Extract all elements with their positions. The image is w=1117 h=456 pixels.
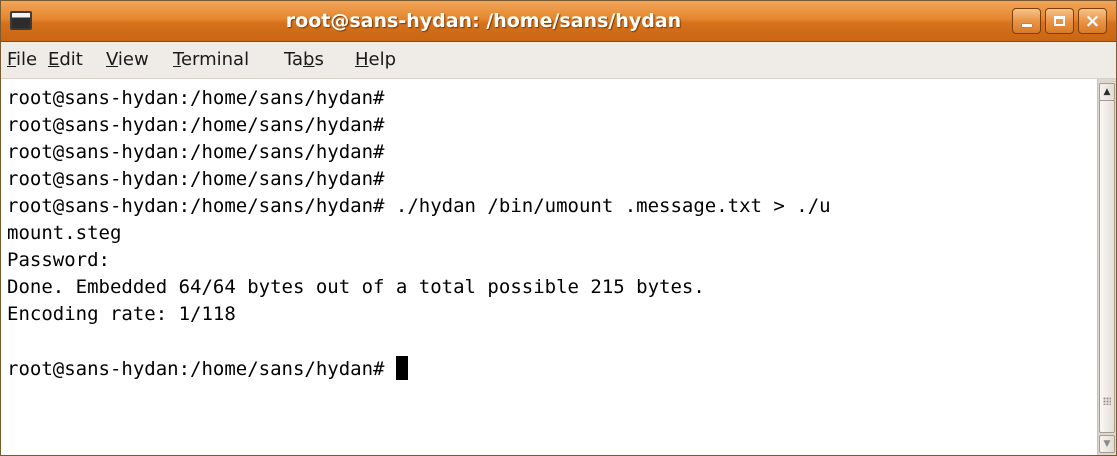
menu-file[interactable]: File [7,42,37,78]
scroll-up-button[interactable]: ▲ [1099,83,1115,101]
minimize-icon [1022,24,1032,27]
terminal-line: mount.steg [7,222,122,244]
terminal-line: root@sans-hydan:/home/sans/hydan# [7,114,385,136]
maximize-button[interactable] [1045,8,1074,34]
terminal-line: root@sans-hydan:/home/sans/hydan# [7,168,385,190]
close-button[interactable]: × [1078,8,1107,34]
arrow-up-icon: ▲ [1103,87,1111,97]
arrow-down-icon: ▼ [1103,439,1111,449]
terminal-line: Encoding rate: 1/118 [7,303,236,325]
terminal-line: root@sans-hydan:/home/sans/hydan# [7,87,385,109]
terminal-line: root@sans-hydan:/home/sans/hydan# ./hyda… [7,195,831,217]
grip-icon [1103,397,1111,405]
minimize-button[interactable] [1012,8,1041,34]
terminal-prompt-line: root@sans-hydan:/home/sans/hydan# [7,356,408,383]
terminal-line: root@sans-hydan:/home/sans/hydan# [7,141,385,163]
menu-terminal[interactable]: Terminal [173,42,249,78]
terminal-prompt: root@sans-hydan:/home/sans/hydan# [7,358,396,380]
title-bar[interactable]: root@sans-hydan: /home/sans/hydan × [1,1,1116,42]
close-icon: × [1084,10,1101,32]
scrollbar-thumb[interactable] [1099,100,1115,433]
scroll-down-button[interactable]: ▼ [1099,435,1115,453]
menu-help[interactable]: Help [355,42,396,78]
terminal-output[interactable]: root@sans-hydan:/home/sans/hydan# root@s… [1,79,1097,455]
maximize-icon [1054,16,1065,26]
menu-edit[interactable]: Edit [48,42,83,78]
text-cursor [395,356,408,380]
terminal-window: root@sans-hydan: /home/sans/hydan × File… [0,0,1117,456]
terminal-line: Done. Embedded 64/64 bytes out of a tota… [7,276,705,298]
menu-tabs[interactable]: Tabs [284,42,324,78]
menu-bar: File Edit View Terminal Tabs Help [1,42,1116,79]
window-title: root@sans-hydan: /home/sans/hydan [285,10,682,32]
vertical-scrollbar[interactable]: ▲ ▼ [1097,79,1116,455]
menu-view[interactable]: View [106,42,149,78]
terminal-line: Password: [7,249,110,271]
